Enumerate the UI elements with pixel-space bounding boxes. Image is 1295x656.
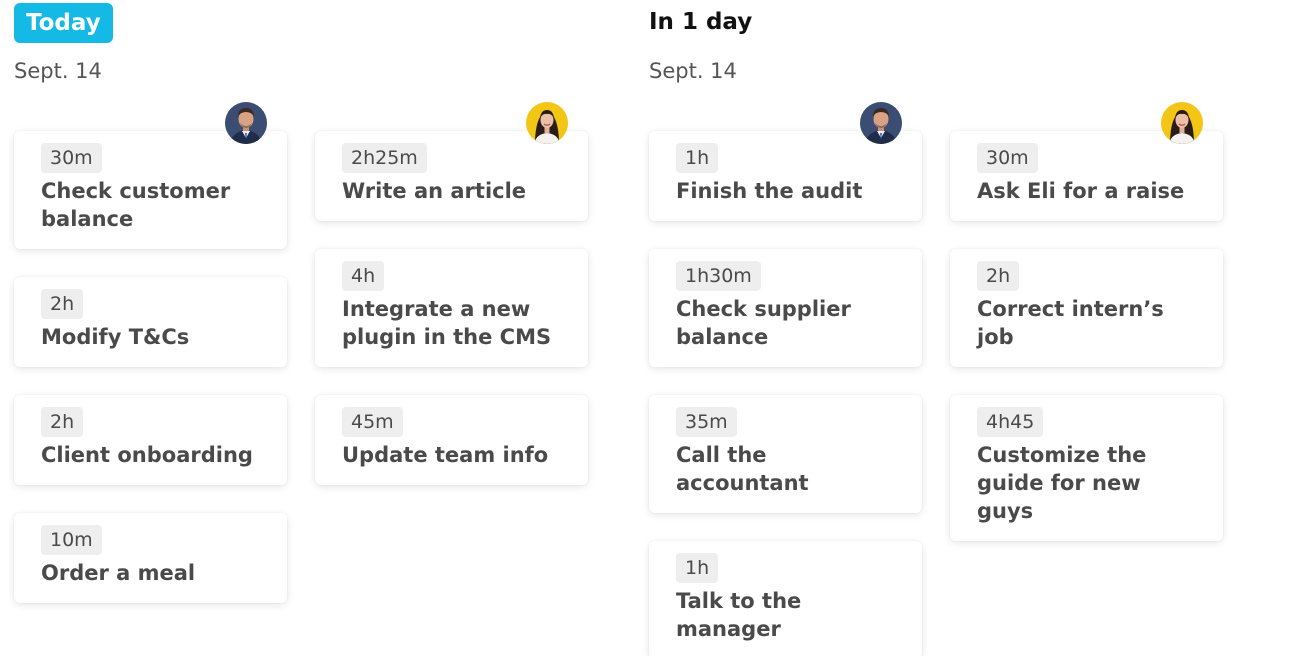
task-title: Check customer balance	[41, 179, 231, 231]
duration-badge: 45m	[342, 407, 403, 437]
task-title: Client onboarding	[41, 443, 253, 467]
task-card[interactable]: 2h Client onboarding	[14, 395, 287, 485]
task-card[interactable]: 10m Order a meal	[14, 513, 287, 603]
duration-badge: 10m	[41, 525, 102, 555]
duration-badge: 2h	[977, 261, 1020, 291]
assignee-column: 30m Check customer balance 2h Modify T&C…	[14, 102, 287, 603]
task-card[interactable]: 30m Ask Eli for a raise	[950, 131, 1223, 221]
planner-board: Today Sept. 14 30m Check customer balanc…	[0, 0, 1295, 656]
task-card[interactable]: 2h Modify T&Cs	[14, 277, 287, 367]
day-columns: 1h Finish the audit 1h30m Check supplier…	[649, 102, 1223, 656]
duration-badge: 2h25m	[342, 143, 427, 173]
day-date: Sept. 14	[14, 59, 102, 83]
day-columns: 30m Check customer balance 2h Modify T&C…	[14, 102, 588, 603]
woman-avatar[interactable]	[526, 102, 568, 144]
duration-badge: 2h	[41, 289, 84, 319]
day-today: Today Sept. 14 30m Check customer balanc…	[14, 0, 588, 603]
assignee-column: 30m Ask Eli for a raise 2h Correct inter…	[950, 102, 1223, 656]
task-card[interactable]: 45m Update team info	[315, 395, 588, 485]
task-title: Write an article	[342, 179, 527, 203]
task-card[interactable]: 2h Correct intern’s job	[950, 249, 1223, 367]
task-title: Modify T&Cs	[41, 325, 190, 349]
duration-badge: 2h	[41, 407, 84, 437]
duration-badge: 1h	[676, 143, 719, 173]
task-title: Finish the audit	[676, 179, 863, 203]
task-title: Check supplier balance	[676, 297, 851, 349]
day-header: In 1 day	[649, 0, 752, 43]
assignee-column: 2h25m Write an article 4h Integrate a ne…	[315, 102, 588, 603]
duration-badge: 4h	[342, 261, 385, 291]
woman-avatar[interactable]	[1161, 102, 1203, 144]
task-list: 1h Finish the audit 1h30m Check supplier…	[649, 102, 922, 656]
task-list: 30m Ask Eli for a raise 2h Correct inter…	[950, 102, 1223, 541]
task-card[interactable]: 30m Check customer balance	[14, 131, 287, 249]
duration-badge: 1h	[676, 553, 719, 583]
task-list: 30m Check customer balance 2h Modify T&C…	[14, 102, 287, 603]
task-title: Talk to the manager	[676, 589, 802, 641]
task-list: 2h25m Write an article 4h Integrate a ne…	[315, 102, 588, 485]
duration-badge: 30m	[41, 143, 102, 173]
man-avatar[interactable]	[860, 102, 902, 144]
task-title: Update team info	[342, 443, 549, 467]
task-card[interactable]: 1h30m Check supplier balance	[649, 249, 922, 367]
man-avatar[interactable]	[225, 102, 267, 144]
task-card[interactable]: 1h Finish the audit	[649, 131, 922, 221]
today-badge: Today	[14, 2, 113, 43]
task-card[interactable]: 4h Integrate a new plugin in the CMS	[315, 249, 588, 367]
duration-badge: 30m	[977, 143, 1038, 173]
task-title: Order a meal	[41, 561, 196, 585]
day-title: In 1 day	[649, 8, 753, 35]
task-title: Correct intern’s job	[977, 297, 1164, 349]
task-card[interactable]: 2h25m Write an article	[315, 131, 588, 221]
duration-badge: 35m	[676, 407, 737, 437]
duration-badge: 4h45	[977, 407, 1044, 437]
day-date: Sept. 14	[649, 59, 737, 83]
task-card[interactable]: 35m Call the accountant	[649, 395, 922, 513]
day-header: Today	[14, 0, 113, 43]
task-title: Ask Eli for a raise	[977, 179, 1185, 203]
task-title: Integrate a new plugin in the CMS	[342, 297, 552, 349]
assignee-column: 1h Finish the audit 1h30m Check supplier…	[649, 102, 922, 656]
day-in-1-day: In 1 day Sept. 14 1h Finish the audit 1h…	[649, 0, 1223, 656]
task-title: Call the accountant	[676, 443, 809, 495]
task-card[interactable]: 4h45 Customize the guide for new guys	[950, 395, 1223, 541]
task-title: Customize the guide for new guys	[977, 443, 1147, 523]
task-card[interactable]: 1h Talk to the manager	[649, 541, 922, 656]
duration-badge: 1h30m	[676, 261, 761, 291]
